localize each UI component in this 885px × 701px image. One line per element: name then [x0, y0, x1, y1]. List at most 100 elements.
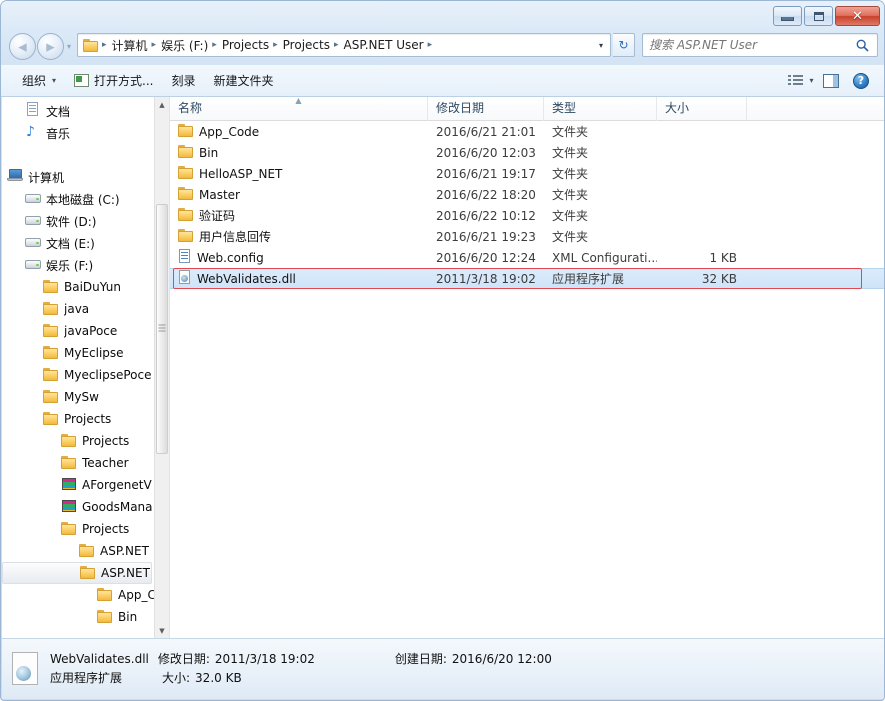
tree-item-label: Projects: [82, 522, 130, 536]
tree-item-label: MyeclipsePoce: [64, 368, 152, 382]
music-icon: ♪: [24, 125, 42, 141]
tree-item-mysw[interactable]: MySw: [2, 386, 154, 408]
close-button[interactable]: ✕: [835, 6, 880, 26]
table-row[interactable]: 用户信息回传 2016/6/21 19:23 文件夹: [170, 226, 884, 247]
tree-item-baiduyun[interactable]: BaiDuYun: [2, 276, 154, 298]
tree-item-java[interactable]: java: [2, 298, 154, 320]
recent-pages-caret-icon[interactable]: ▾: [67, 42, 71, 51]
tree-item-projects[interactable]: Projects: [2, 518, 154, 540]
table-row[interactable]: Master 2016/6/22 18:20 文件夹: [170, 184, 884, 205]
breadcrumb-item-1[interactable]: 娱乐 (F:): [158, 37, 211, 54]
main-content: 文档 ♪ 音乐计算机 本地磁盘 (C:) 软件 (D:) 文档 (E:) 娱乐 (F:) Ba…: [2, 96, 884, 639]
folder-icon: [43, 345, 59, 362]
sidebar-scrollbar[interactable]: ▲ ▼: [154, 97, 169, 639]
tree-item--e-[interactable]: 文档 (E:): [2, 232, 154, 254]
tree-item-projects[interactable]: Projects: [2, 408, 154, 430]
folder-icon: [43, 323, 59, 340]
breadcrumb-item-4[interactable]: ASP.NET User: [341, 38, 427, 52]
tree-item-myeclipsepoce[interactable]: MyeclipsePoce: [2, 364, 154, 386]
tree-item-myeclipse[interactable]: MyEclipse: [2, 342, 154, 364]
column-header-0[interactable]: ▲ 名称: [170, 96, 428, 121]
tree-item--[interactable]: 文档: [2, 100, 154, 122]
organize-button[interactable]: 组织 ▾: [13, 69, 65, 93]
forward-button[interactable]: ▶: [37, 33, 64, 60]
breadcrumb-separator[interactable]: ▸: [211, 40, 219, 50]
details-created-value: 2016/6/20 12:00: [451, 652, 552, 666]
tree-item--[interactable]: 计算机: [2, 166, 154, 188]
file-date-cell: 2011/3/18 19:02: [436, 271, 536, 286]
folder-icon: [42, 301, 60, 317]
breadcrumb-separator[interactable]: ▸: [272, 40, 280, 50]
table-row[interactable]: Web.config 2016/6/20 12:24 XML Configurati…: [170, 247, 884, 268]
breadcrumb-separator[interactable]: ▸: [101, 40, 109, 50]
minimize-button[interactable]: [773, 6, 802, 26]
details-size-label: 大小:: [162, 671, 191, 685]
search-box[interactable]: [642, 33, 878, 57]
refresh-button[interactable]: ↻: [613, 33, 635, 57]
tree-item-aforgenetv[interactable]: AForgenetV: [2, 474, 154, 496]
tree-item-label: ASP.NET: [100, 544, 149, 558]
tree-item-projects[interactable]: Projects: [2, 430, 154, 452]
preview-pane-button[interactable]: [818, 69, 844, 93]
scrollbar-grip-icon: [158, 324, 166, 334]
tree-item-asp.net-u[interactable]: ASP.NET U: [2, 562, 152, 584]
table-row[interactable]: HelloASP_NET 2016/6/21 19:17 文件夹: [170, 163, 884, 184]
file-name-label: Master: [199, 187, 240, 202]
document-icon: [24, 102, 42, 119]
breadcrumb-item-0[interactable]: 计算机: [109, 37, 151, 54]
breadcrumb-item-2[interactable]: Projects: [219, 38, 272, 52]
breadcrumb-separator[interactable]: ▸: [427, 40, 435, 50]
tree-item-teacher[interactable]: Teacher: [2, 452, 154, 474]
folder-icon: [178, 186, 194, 203]
tree-item--c-[interactable]: 本地磁盘 (C:): [2, 188, 154, 210]
file-date-cell: 2016/6/21 21:01: [436, 124, 536, 139]
address-bar[interactable]: ▸ 计算机 ▸ 娱乐 (F:) ▸ Projects ▸ Projects ▸ …: [77, 33, 611, 57]
column-header-1[interactable]: 修改日期: [428, 96, 544, 121]
column-header-3[interactable]: 大小: [657, 96, 747, 121]
back-button[interactable]: ◀: [9, 33, 36, 60]
file-size-cell: 1 KB: [709, 250, 737, 265]
scrollbar-thumb[interactable]: [156, 204, 168, 454]
breadcrumb-separator[interactable]: ▸: [333, 40, 341, 50]
folder-icon: [178, 207, 194, 224]
tree-item-goodsmana[interactable]: GoodsMana: [2, 496, 154, 518]
table-row[interactable]: Bin 2016/6/20 12:03 文件夹: [170, 142, 884, 163]
help-button[interactable]: ?: [848, 69, 874, 93]
column-header-label: 名称: [178, 100, 203, 115]
window-controls: ✕: [773, 6, 880, 26]
file-date-cell: 2016/6/20 12:03: [436, 145, 536, 160]
address-history-caret-icon[interactable]: ▾: [599, 41, 610, 50]
tree-item-label: 音乐: [46, 126, 71, 141]
tree-item--f-[interactable]: 娱乐 (F:): [2, 254, 154, 276]
breadcrumb-separator[interactable]: ▸: [151, 40, 159, 50]
new-folder-button[interactable]: 新建文件夹: [205, 69, 283, 93]
tree-item-javapoce[interactable]: javaPoce: [2, 320, 154, 342]
drive-icon: [24, 213, 42, 229]
table-row[interactable]: 验证码 2016/6/22 10:12 文件夹: [170, 205, 884, 226]
folder-icon: [42, 389, 60, 405]
scroll-down-button[interactable]: ▼: [155, 623, 169, 639]
breadcrumb-item-3[interactable]: Projects: [280, 38, 333, 52]
folder-icon: [97, 609, 113, 626]
open-with-button[interactable]: 打开方式...: [65, 69, 162, 93]
change-view-button[interactable]: ▾: [788, 69, 814, 93]
tree-item-bin[interactable]: Bin: [2, 606, 154, 628]
computer-icon: [6, 169, 24, 185]
file-date-cell: 2016/6/20 12:24: [436, 250, 536, 265]
forward-arrow-icon: ▶: [46, 40, 55, 53]
drive-icon: [24, 214, 42, 229]
table-row[interactable]: App_Code 2016/6/21 21:01 文件夹: [170, 121, 884, 142]
tree-item-asp.net[interactable]: ASP.NET: [2, 540, 154, 562]
tree-item-label: 文档: [46, 104, 71, 119]
scroll-up-button[interactable]: ▲: [155, 97, 169, 113]
column-header-2[interactable]: 类型: [544, 96, 657, 121]
table-row[interactable]: WebValidates.dll 2011/3/18 19:02 应用程序扩展 32 …: [170, 268, 884, 289]
tree-item-label: 软件 (D:): [46, 214, 97, 229]
tree-item--d-[interactable]: 软件 (D:): [2, 210, 154, 232]
search-input[interactable]: [643, 38, 856, 52]
tree-item-app_coc[interactable]: App_Coc: [2, 584, 154, 606]
burn-button[interactable]: 刻录: [162, 69, 204, 93]
tree-item--[interactable]: ♪ 音乐: [2, 122, 154, 144]
folder-tree: 文档 ♪ 音乐计算机 本地磁盘 (C:) 软件 (D:) 文档 (E:) 娱乐 (F:) Ba…: [2, 97, 154, 628]
maximize-button[interactable]: [804, 6, 833, 26]
